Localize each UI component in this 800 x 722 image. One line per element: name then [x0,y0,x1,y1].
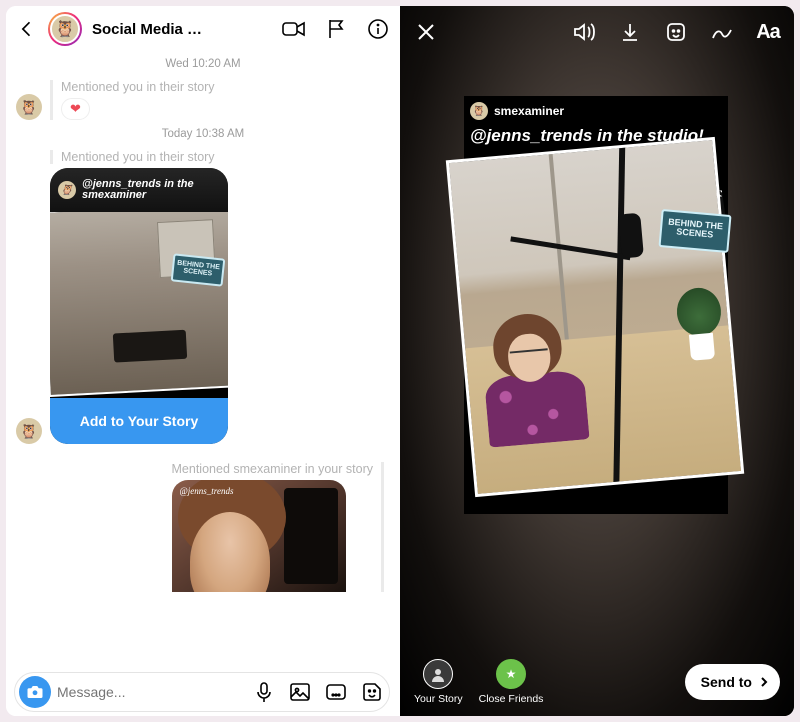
dm-body: Wed 10:20 AM 🦉 Mentioned you in their st… [6,52,400,668]
story-editor-pane: Aa 🦉 smexaminer @jenns_trends in the stu… [400,6,794,716]
your-story-thumbnail[interactable]: @jenns_trends [172,480,346,592]
camera-button[interactable] [19,676,51,708]
text-tool-icon[interactable]: Aa [756,20,780,44]
story-author-avatar: 🦉 [58,181,76,199]
mention-label: Mentioned you in their story [61,80,215,94]
info-icon[interactable] [366,17,390,41]
behind-the-scenes-sticker: BEHIND THESCENES [171,253,226,286]
star-icon: ★ [496,659,526,689]
send-to-label: Send to [701,674,752,690]
sender-avatar[interactable]: 🦉 [16,94,42,120]
gif-icon[interactable] [325,681,347,703]
mention-label: Mentioned smexaminer in your story [172,462,373,476]
story-share-bar: Your Story ★ Close Friends Send to [400,648,794,716]
heart-reaction[interactable]: ❤ [61,98,90,120]
reshare-author-avatar: 🦉 [470,102,488,120]
voice-message-icon[interactable] [253,681,275,703]
chat-avatar[interactable]: 🦉 [48,12,82,46]
add-to-your-story-button[interactable]: Add to Your Story [50,398,228,444]
story-thumbnail[interactable]: 🦉 @jenns_trends in the smexaminer BEHIND… [50,168,228,444]
reshare-author: smexaminer [494,104,564,118]
story-author: smexaminer [82,190,194,201]
sender-avatar[interactable]: 🦉 [16,418,42,444]
reshared-story-card[interactable]: 🦉 smexaminer @jenns_trends in the studio… [464,96,728,514]
video-call-icon[interactable] [282,17,306,41]
close-friends-button[interactable]: ★ Close Friends [479,659,544,705]
sound-icon[interactable] [572,20,596,44]
sticker-icon[interactable] [361,681,383,703]
message-composer [6,668,400,716]
thumbnail-caption: @jenns_trends [180,486,234,496]
sticker-tool-icon[interactable] [664,20,688,44]
your-story-label: Your Story [414,693,463,705]
story-image [50,212,228,397]
draw-tool-icon[interactable] [710,20,734,44]
send-to-button[interactable]: Send to [685,664,780,700]
chevron-right-icon [758,676,770,688]
dm-header: 🦉 Social Media … [6,6,400,52]
story-editor-toolbar: Aa [400,6,794,58]
save-icon[interactable] [618,20,642,44]
chat-title[interactable]: Social Media … [92,21,272,38]
gallery-icon[interactable] [289,681,311,703]
flag-icon[interactable] [324,17,348,41]
back-icon[interactable] [16,18,38,40]
timestamp: Wed 10:20 AM [16,58,390,70]
story-photo [446,137,744,497]
message-row: 🦉 Mentioned you in their story ❤ [16,80,390,120]
behind-the-scenes-sticker: BEHIND THESCENES [658,209,731,253]
your-story-button[interactable]: Your Story [414,659,463,705]
dm-pane: 🦉 Social Media … Wed 10:20 AM 🦉 [6,6,400,716]
mention-label: Mentioned you in their story [50,150,390,164]
message-input[interactable] [57,684,247,700]
close-icon[interactable] [414,20,438,44]
close-friends-label: Close Friends [479,693,544,705]
timestamp: Today 10:38 AM [16,128,390,140]
